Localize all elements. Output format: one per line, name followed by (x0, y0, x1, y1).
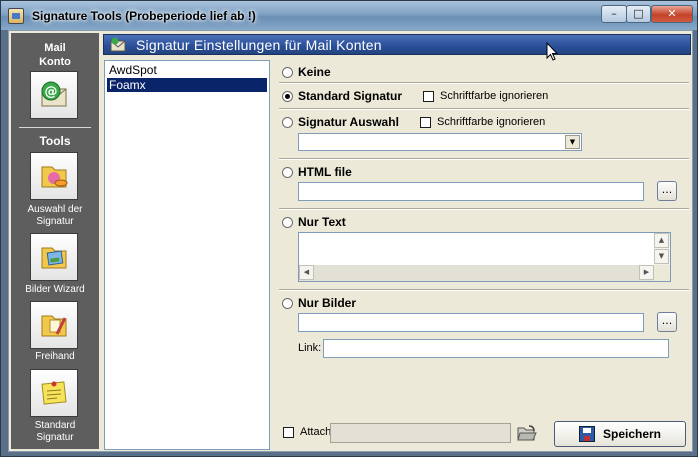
vertical-scrollbar[interactable]: ▲ ▼ (654, 233, 670, 265)
mouse-cursor-icon (546, 42, 558, 61)
checkbox-attach[interactable] (283, 426, 294, 438)
freehand-label: Freihand (35, 351, 75, 362)
radio-keine[interactable] (282, 66, 293, 78)
freehand-button[interactable] (30, 301, 78, 349)
mail-settings-icon (110, 37, 126, 52)
attach-label: Attach (300, 426, 332, 438)
sidebar: Mail Konto @ Tools Auswahl der Signatur … (11, 33, 99, 449)
signature-select[interactable]: ▼ (298, 133, 582, 151)
app-window: Signature Tools (Probeperiode lief ab !)… (0, 0, 698, 457)
scroll-down-icon[interactable]: ▼ (654, 249, 669, 264)
radio-text-only[interactable] (282, 216, 293, 228)
signature-selection-button[interactable] (30, 152, 78, 200)
standard-ignore-font-color[interactable]: Schriftfarbe ignorieren (423, 90, 548, 102)
option-html-file[interactable]: HTML file (282, 165, 352, 179)
radio-standard-signature[interactable] (282, 90, 293, 102)
section-header: Signatur Einstellungen für Mail Konten (103, 34, 691, 55)
radio-html-file[interactable] (282, 166, 293, 178)
radio-signature-selection[interactable] (282, 116, 293, 128)
option-images-only[interactable]: Nur Bilder (282, 296, 356, 310)
svg-text:@: @ (45, 85, 58, 100)
divider (279, 82, 689, 84)
signature-selection-label: Auswahl der Signatur (27, 204, 83, 227)
mail-account-button[interactable]: @ (30, 71, 78, 119)
save-button[interactable]: Speichern (554, 421, 686, 447)
signature-selection-icon (41, 166, 68, 188)
option-text-only[interactable]: Nur Text (282, 215, 346, 229)
attach-field[interactable] (330, 423, 511, 443)
maximize-button[interactable]: □ (626, 5, 651, 23)
mail-account-section-title: Mail Konto (39, 42, 71, 68)
section-title: Signatur Einstellungen für Mail Konten (136, 37, 382, 53)
image-wizard-button[interactable] (30, 233, 78, 281)
mail-at-icon: @ (41, 81, 67, 107)
account-list[interactable]: AwdSpot Foamx (104, 60, 270, 450)
option-text-label: Nur Text (298, 215, 346, 229)
list-item-account-selected[interactable]: Foamx (107, 78, 267, 92)
option-html-label: HTML file (298, 165, 352, 179)
signature-options-panel: Keine Standard Signatur Schriftfarbe ign… (277, 57, 691, 451)
checkbox-ignore-font-color[interactable] (420, 116, 431, 128)
tools-section-title: Tools (39, 134, 71, 148)
option-keine-label: Keine (298, 65, 331, 79)
standard-signature-label: Standard Signatur (34, 420, 76, 443)
minimize-button[interactable]: – (601, 5, 627, 23)
option-standard-signature[interactable]: Standard Signatur (282, 89, 402, 103)
option-auswahl-label: Signatur Auswahl (298, 115, 399, 129)
horizontal-scrollbar[interactable]: ◀ ▶ (299, 265, 654, 281)
checkbox-label: Schriftfarbe ignorieren (437, 116, 546, 128)
html-file-input[interactable] (298, 182, 644, 201)
image-path-input[interactable] (298, 313, 644, 332)
scroll-right-icon[interactable]: ▶ (639, 265, 654, 280)
sidebar-divider (19, 127, 91, 128)
option-standard-label: Standard Signatur (298, 89, 403, 103)
client-area: Mail Konto @ Tools Auswahl der Signatur … (8, 30, 693, 452)
image-wizard-label: Bilder Wizard (25, 284, 85, 295)
option-signature-selection[interactable]: Signatur Auswahl (282, 115, 399, 129)
divider (279, 289, 689, 291)
app-icon[interactable] (8, 8, 24, 24)
browse-image-button[interactable]: ... (657, 312, 677, 332)
option-images-label: Nur Bilder (298, 296, 357, 310)
standard-signature-button[interactable] (30, 369, 78, 417)
image-wizard-icon (41, 247, 67, 269)
scroll-up-icon[interactable]: ▲ (654, 233, 669, 248)
chevron-down-icon[interactable]: ▼ (565, 135, 580, 149)
list-item-account[interactable]: AwdSpot (107, 63, 267, 77)
link-label: Link: (298, 342, 322, 354)
divider (279, 108, 689, 110)
radio-images-only[interactable] (282, 297, 293, 309)
save-button-label: Speichern (602, 427, 662, 441)
browse-html-button[interactable]: ... (657, 181, 677, 201)
option-keine[interactable]: Keine (282, 65, 331, 79)
sticky-note-icon (41, 381, 67, 405)
folder-open-icon[interactable] (517, 424, 537, 442)
scroll-left-icon[interactable]: ◀ (299, 265, 314, 280)
floppy-disk-icon (578, 426, 595, 442)
link-input[interactable] (323, 339, 669, 358)
close-button[interactable]: ✕ (651, 5, 693, 23)
divider (279, 158, 689, 160)
auswahl-ignore-font-color[interactable]: Schriftfarbe ignorieren (420, 116, 545, 128)
scrollbar-corner (654, 265, 670, 281)
window-title: Signature Tools (Probeperiode lief ab !) (32, 9, 256, 23)
title-bar[interactable]: Signature Tools (Probeperiode lief ab !)… (1, 1, 697, 30)
freehand-icon (41, 315, 67, 337)
checkbox-ignore-font-color[interactable] (423, 90, 434, 102)
checkbox-label: Schriftfarbe ignorieren (440, 90, 549, 102)
divider (279, 208, 689, 210)
text-content-area[interactable]: ▲ ▼ ◀ ▶ (298, 232, 671, 282)
attach-toggle[interactable]: Attach (283, 426, 331, 438)
